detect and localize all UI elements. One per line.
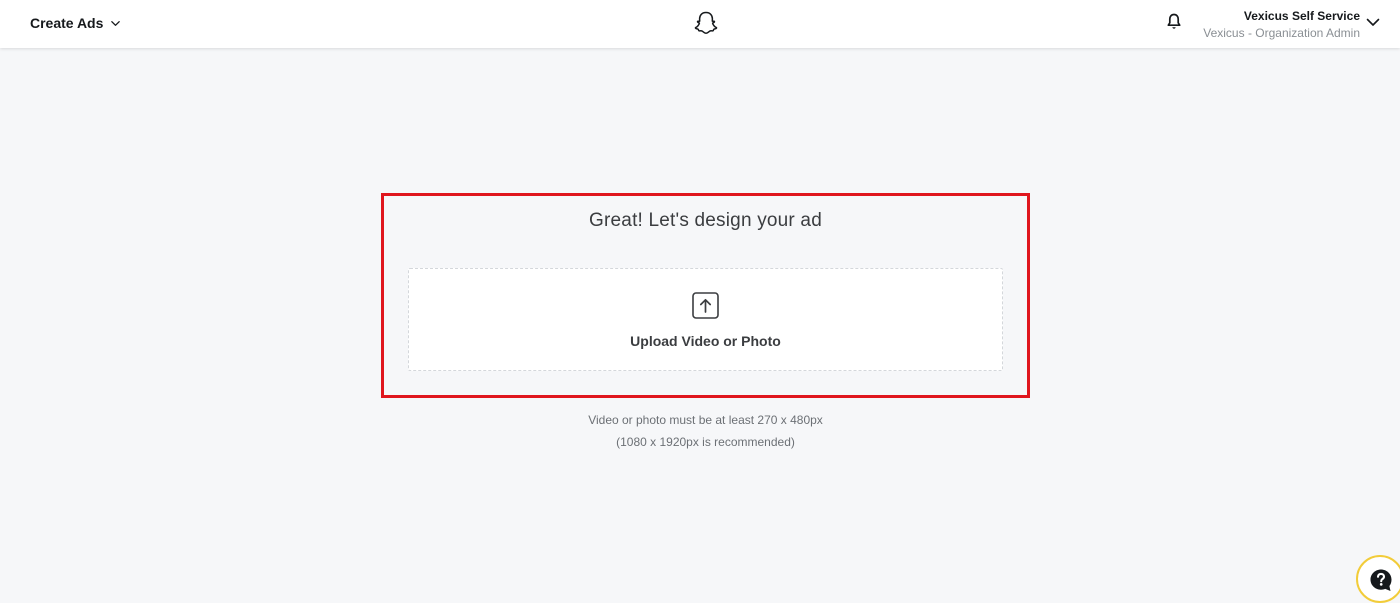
create-ads-menu[interactable]: Create Ads bbox=[30, 15, 121, 31]
upload-label: Upload Video or Photo bbox=[630, 333, 781, 349]
size-recommendation-text: (1080 x 1920px is recommended) bbox=[616, 435, 795, 449]
help-button[interactable] bbox=[1356, 555, 1400, 603]
upload-arrow-icon bbox=[692, 292, 719, 319]
snapchat-ghost-icon[interactable] bbox=[693, 10, 719, 36]
account-name: Vexicus Self Service bbox=[1243, 9, 1360, 23]
help-question-icon bbox=[1370, 569, 1392, 591]
bell-icon[interactable] bbox=[1166, 13, 1182, 30]
account-switcher[interactable]: Vexicus Self Service Vexicus - Organizat… bbox=[1203, 9, 1360, 41]
upload-dropzone[interactable]: Upload Video or Photo bbox=[408, 268, 1003, 371]
top-navigation-bar: Create Ads Vexicus Self Service Vexicus … bbox=[0, 0, 1400, 48]
account-role: Vexicus - Organization Admin bbox=[1203, 26, 1360, 40]
chevron-down-icon bbox=[111, 20, 121, 26]
chevron-down-icon[interactable] bbox=[1366, 17, 1380, 27]
create-ads-label: Create Ads bbox=[30, 15, 104, 31]
size-requirement-text: Video or photo must be at least 270 x 48… bbox=[588, 413, 823, 427]
page-title: Great! Let's design your ad bbox=[589, 210, 822, 231]
